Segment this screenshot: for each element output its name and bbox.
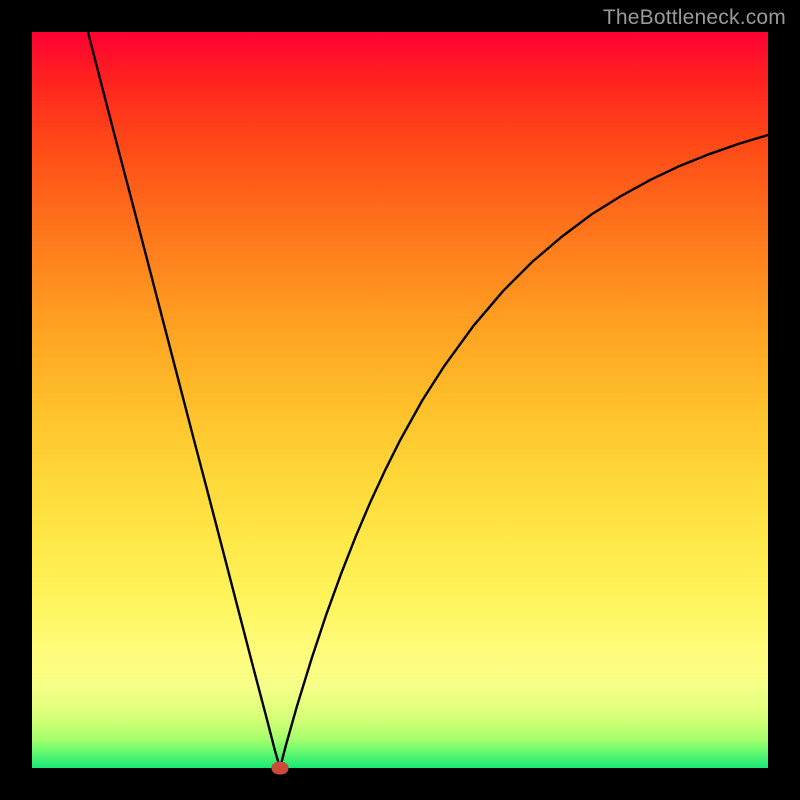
chart-frame: TheBottleneck.com <box>0 0 800 800</box>
minimum-marker <box>272 762 289 775</box>
right-branch-line <box>280 135 768 768</box>
curve-layer <box>32 32 768 768</box>
watermark-label: TheBottleneck.com <box>603 6 786 30</box>
left-branch-line <box>88 32 280 768</box>
plot-area <box>32 32 768 768</box>
